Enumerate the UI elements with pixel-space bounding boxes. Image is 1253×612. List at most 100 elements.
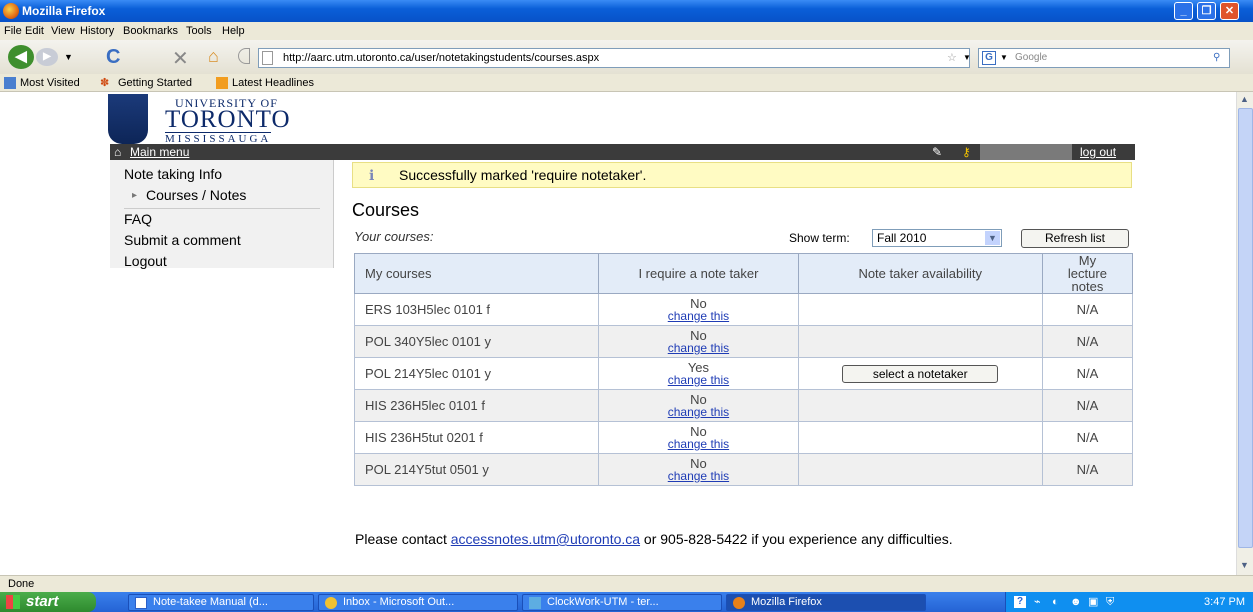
address-bar[interactable]: http://aarc.utm.utoronto.ca/user/notetak… (258, 48, 971, 68)
maximize-button[interactable]: ❐ (1197, 2, 1216, 20)
network-icon[interactable]: ⌁ (1034, 592, 1041, 612)
menu-file[interactable]: File (4, 22, 22, 40)
change-this-link[interactable]: change this (599, 438, 797, 450)
history-dropdown-icon[interactable]: ▼ (64, 52, 73, 62)
outlook-icon (325, 597, 337, 609)
contact-post: or 905-828-5422 if you experience any di… (640, 531, 953, 547)
menu-tools[interactable]: Tools (186, 22, 212, 40)
title-bar: Mozilla Firefox _ ❐ ✕ (0, 0, 1253, 22)
rss-icon (216, 77, 228, 89)
table-row: POL 214Y5tut 0501 y No change this N/A (353, 453, 1134, 486)
term-select[interactable]: Fall 2010 ▼ (872, 229, 1002, 247)
availability-cell (797, 293, 1043, 326)
nav-faq[interactable]: FAQ (124, 211, 152, 227)
change-this-link[interactable]: change this (599, 406, 797, 418)
reload-icon[interactable]: C (106, 46, 120, 69)
url-dropdown-icon[interactable]: ▼ (963, 49, 971, 67)
page-content: UNIVERSITY OF TORONTO MISSISSAUGA ⌂ Main… (0, 92, 1236, 575)
change-this-link[interactable]: change this (599, 470, 797, 482)
security-icon[interactable]: ⛨ (1106, 592, 1114, 612)
contact-email-link[interactable]: accessnotes.utm@utoronto.ca (451, 531, 640, 547)
bookmark-star-icon[interactable]: ☆ (947, 49, 957, 67)
require-cell: Yes change this (598, 357, 799, 390)
nav-submit-comment[interactable]: Submit a comment (124, 232, 241, 248)
scroll-down-icon[interactable]: ▼ (1240, 560, 1249, 570)
nav-courses-notes[interactable]: Courses / Notes (146, 187, 246, 203)
chevron-down-icon[interactable]: ▼ (985, 231, 1000, 245)
menu-bookmarks[interactable]: Bookmarks (123, 22, 178, 40)
nav-logout[interactable]: Logout (124, 253, 167, 269)
lecture-notes-cell: N/A (1041, 389, 1134, 422)
change-this-link[interactable]: change this (599, 342, 797, 354)
forward-button[interactable]: ▶ (36, 48, 58, 66)
main-menu-link[interactable]: Main menu (130, 144, 189, 160)
change-this-link[interactable]: change this (599, 374, 797, 386)
site-identity-icon[interactable] (238, 48, 250, 64)
lecture-notes-cell: N/A (1041, 293, 1134, 326)
home-icon: ⌂ (114, 145, 122, 159)
status-text: Done (8, 578, 35, 590)
back-button[interactable]: ◀ (8, 45, 34, 69)
key-icon: ⚷ (962, 145, 971, 159)
bookmark-getting-started[interactable]: Getting Started (118, 74, 192, 92)
taskbar: start Note-takee Manual (d... Inbox - Mi… (0, 592, 1253, 612)
require-cell: No change this (598, 453, 799, 486)
menu-history[interactable]: History (80, 22, 114, 40)
select-notetaker-button[interactable]: select a notetaker (842, 364, 999, 383)
menu-help[interactable]: Help (222, 22, 245, 40)
stop-icon[interactable]: ✕ (172, 46, 189, 71)
table-row: POL 340Y5lec 0101 y No change this N/A (353, 325, 1134, 358)
google-icon[interactable]: G (982, 51, 996, 65)
contact-info: Please contact accessnotes.utm@utoronto.… (355, 532, 1115, 546)
crest-icon (108, 94, 148, 144)
task-label: ClockWork-UTM - ter... (547, 596, 659, 608)
start-button[interactable]: start (0, 592, 96, 612)
task-clockwork[interactable]: ClockWork-UTM - ter... (522, 594, 722, 611)
require-cell: No change this (598, 421, 799, 454)
windows-logo-icon (6, 595, 20, 609)
scroll-up-icon[interactable]: ▲ (1240, 94, 1249, 104)
minimize-button[interactable]: _ (1174, 2, 1193, 20)
url-text: http://aarc.utm.utoronto.ca/user/notetak… (283, 52, 600, 64)
display-icon[interactable]: ▣ (1088, 592, 1098, 612)
system-tray: ? ⌁ ◐ ☻ ▣ ⛨ 3:47 PM (1005, 592, 1253, 612)
home-icon[interactable]: ⌂ (208, 46, 219, 67)
scrollbar-thumb[interactable] (1238, 108, 1253, 548)
nav-divider (124, 208, 320, 209)
help-icon[interactable]: ? (1014, 596, 1026, 608)
search-icon[interactable]: ⚲ (1213, 49, 1220, 67)
most-visited-icon (4, 77, 16, 89)
bookmark-most-visited[interactable]: Most Visited (20, 74, 80, 92)
menu-view[interactable]: View (51, 22, 75, 40)
nav-note-taking-info[interactable]: Note taking Info (124, 166, 222, 182)
username-redacted (980, 144, 1072, 160)
table-row: ERS 103H5lec 0101 f No change this N/A (353, 293, 1134, 326)
close-button[interactable]: ✕ (1220, 2, 1239, 20)
course-name: POL 340Y5lec 0101 y (353, 325, 600, 358)
bookmark-latest-headlines[interactable]: Latest Headlines (232, 74, 314, 92)
table-row: HIS 236H5tut 0201 f No change this N/A (353, 421, 1134, 454)
refresh-list-button[interactable]: Refresh list (1021, 229, 1129, 248)
change-this-link[interactable]: change this (599, 310, 797, 322)
search-engine-dropdown-icon[interactable]: ▼ (1000, 49, 1008, 67)
start-label: start (26, 593, 59, 610)
lecture-notes-cell: N/A (1041, 421, 1134, 454)
menu-edit[interactable]: Edit (25, 22, 44, 40)
user-icon: ✎ (932, 145, 943, 159)
window-title: Mozilla Firefox (22, 4, 106, 18)
vertical-scrollbar[interactable]: ▲ ▼ (1236, 92, 1253, 575)
task-inbox-outlook[interactable]: Inbox - Microsoft Out... (318, 594, 518, 611)
volume-icon[interactable]: ◐ (1052, 592, 1059, 612)
logout-link[interactable]: log out (1080, 144, 1116, 160)
messenger-icon[interactable]: ☻ (1070, 592, 1082, 612)
course-name: POL 214Y5lec 0101 y (353, 357, 600, 390)
search-bar[interactable]: G ▼ Google ⚲ (978, 48, 1230, 68)
info-icon: ℹ (369, 167, 375, 183)
task-note-takee-manual[interactable]: Note-takee Manual (d... (128, 594, 314, 611)
browser-window: Mozilla Firefox _ ❐ ✕ File Edit View His… (0, 0, 1253, 612)
table-row: POL 214Y5lec 0101 y Yes change this selec… (353, 357, 1134, 390)
task-mozilla-firefox[interactable]: Mozilla Firefox (726, 594, 926, 611)
require-cell: No change this (598, 293, 799, 326)
firefox-icon (3, 3, 19, 19)
menu-bar: File Edit View History Bookmarks Tools H… (0, 22, 1253, 40)
